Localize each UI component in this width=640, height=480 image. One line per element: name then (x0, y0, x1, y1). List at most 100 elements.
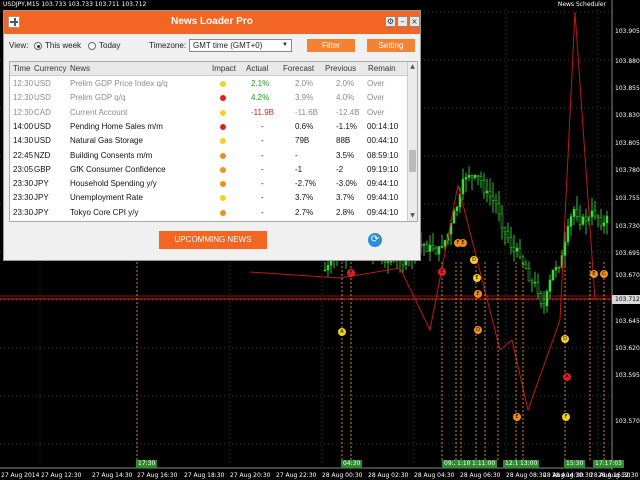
filter-button[interactable]: Filter (307, 39, 355, 52)
cell-remain: 09:19:10 (367, 164, 399, 174)
candle-body (506, 231, 510, 239)
event-marker[interactable]: E (474, 290, 482, 298)
cell-remain: 00:14:10 (367, 121, 399, 131)
event-marker[interactable]: C (600, 270, 608, 278)
candle-body (533, 281, 537, 284)
event-marker[interactable]: E (459, 239, 467, 247)
candle-body (596, 215, 600, 218)
scroll-down-icon[interactable]: ▼ (409, 212, 416, 220)
col-forecast[interactable]: Forecast (283, 64, 314, 73)
panel-title: News Loader Pro (171, 16, 253, 27)
table-row[interactable]: 22:45 NZD Building Consents m/m - - 3.5% 08:59… (10, 149, 407, 163)
time-tick-label: 28 Aug 04:30 (414, 472, 455, 479)
cell-remain: 09:44:10 (367, 179, 399, 189)
price-tick-label: 103.805 (615, 140, 640, 147)
event-marker[interactable]: E (590, 270, 598, 278)
time-tick-label: 28 Aug 16:30 (590, 472, 631, 479)
timezone-select[interactable]: GMT time (GMT+0) ▼ (189, 39, 292, 52)
candle-body (584, 216, 588, 222)
impact-dot (220, 138, 226, 145)
event-marker[interactable]: E (473, 274, 481, 282)
col-time[interactable]: Time (13, 64, 30, 73)
cell-previous: -3.0% (336, 179, 357, 189)
event-marker[interactable]: F (347, 269, 355, 277)
cell-news: Pending Home Sales m/m (70, 121, 163, 131)
time-tick-label: 28 Aug 14:30 (543, 472, 584, 479)
chevron-down-icon: ▼ (282, 42, 288, 48)
candle-body (602, 222, 606, 227)
title-bar[interactable]: News Loader Pro ⚙ – × (4, 11, 420, 34)
table-row[interactable]: 14:00 USD Pending Home Sales m/m - 0.6% -1.1%… (10, 120, 407, 134)
event-marker[interactable]: D (561, 335, 569, 343)
table-row[interactable]: 23:30 JPY Tokyo Core CPI y/y - 2.7% 2.8% 09:44… (10, 206, 407, 220)
event-marker[interactable]: D (474, 326, 482, 334)
event-marker[interactable]: D (470, 256, 478, 264)
setting-button[interactable]: Setting (367, 39, 415, 52)
impact-dot (220, 181, 226, 188)
event-marker[interactable]: A (338, 328, 346, 336)
scroll-thumb[interactable] (409, 150, 416, 172)
table-row[interactable]: 14:30 USD Natural Gas Storage - 79B 88B 00:44:… (10, 134, 407, 148)
cell-previous: 2.0% (336, 79, 355, 88)
cell-remain: Over (367, 93, 385, 103)
event-marker[interactable]: A (563, 373, 571, 381)
event-time-tag[interactable]: 13:00 (518, 460, 540, 468)
cell-time: 23:05 (13, 164, 34, 174)
table-row[interactable]: 12:30 USD Prelim GDP q/q 4.2% 3.9% 4.0% Over (10, 91, 407, 105)
col-remain[interactable]: Remain (368, 64, 396, 73)
event-time-tag[interactable]: 1:11:00 (470, 460, 498, 468)
minimize-icon[interactable]: – (397, 16, 408, 27)
event-time-tag[interactable]: 17:17:03 (593, 460, 624, 468)
this-week-label[interactable]: This week (45, 41, 81, 50)
table-row[interactable]: 12:30 CAD Current Account -11.9B -11.6B -12.4… (10, 106, 407, 120)
time-tick-label: 28 Aug 02:30 (368, 472, 409, 479)
table-row[interactable]: 23:30 JPY Unemployment Rate - 3.7% 3.7% 09:44:… (10, 191, 407, 205)
time-tick-label: 28 Aug 06:30 (460, 472, 501, 479)
event-marker[interactable]: E (513, 413, 521, 421)
event-time-tag[interactable]: 15:30 (564, 460, 586, 468)
cell-actual: - (261, 121, 264, 131)
this-week-radio[interactable] (34, 42, 42, 50)
col-currency[interactable]: Currency (34, 64, 66, 73)
price-tick-label: 103.730 (615, 223, 640, 230)
upcoming-news-button[interactable]: UPCOMMING NEWS (159, 231, 267, 249)
cell-news: Tokyo Core CPI y/y (70, 207, 139, 217)
refresh-icon[interactable]: ⟳ (368, 233, 382, 247)
col-previous[interactable]: Previous (325, 64, 356, 73)
candle-body (551, 269, 555, 281)
cell-remain: 00:44:10 (367, 136, 399, 146)
cell-news: Household Spending y/y (70, 179, 157, 189)
table-scrollbar[interactable]: ▲ ▼ (407, 62, 417, 221)
table-row[interactable]: 23:05 GBP GfK Consumer Confidence - -1 -2 09:1… (10, 163, 407, 177)
price-tick-label: 103.695 (615, 250, 640, 257)
event-time-tag[interactable]: 17:30 (136, 460, 158, 468)
impact-dot (220, 123, 226, 130)
cell-currency: JPY (34, 179, 49, 189)
cell-actual: - (261, 193, 264, 203)
close-icon[interactable]: × (409, 16, 420, 27)
today-radio[interactable] (88, 42, 96, 50)
candle-body (464, 177, 468, 180)
cell-news: Unemployment Rate (70, 193, 143, 203)
event-marker[interactable]: F (562, 413, 570, 421)
col-impact[interactable]: Impact (212, 64, 236, 73)
col-news[interactable]: News (70, 64, 90, 73)
candle-body (491, 195, 495, 201)
cell-forecast: 2.7% (295, 207, 314, 217)
candle-body (503, 227, 507, 233)
cell-forecast: 3.7% (295, 193, 314, 203)
table-row[interactable]: 12:30 USD Prelim GDP Price Index q/q 2.1% 2.… (10, 77, 407, 91)
scroll-up-icon[interactable]: ▲ (409, 63, 416, 71)
cell-time: 23:30 (13, 193, 34, 203)
candle-body (515, 247, 519, 252)
today-label[interactable]: Today (99, 41, 120, 50)
settings-icon[interactable]: ⚙ (385, 16, 396, 27)
event-marker[interactable]: E (438, 268, 446, 276)
news-loader-panel: News Loader Pro ⚙ – × View: This week To… (3, 10, 421, 261)
event-time-tag[interactable]: 04:30 (341, 460, 363, 468)
table-row[interactable]: 23:30 JPY Household Spending y/y - -2.7% -3.0… (10, 177, 407, 191)
col-actual[interactable]: Actual (246, 64, 268, 73)
cell-currency: USD (34, 136, 51, 146)
candle-body (527, 268, 531, 282)
candle-body (467, 174, 471, 178)
